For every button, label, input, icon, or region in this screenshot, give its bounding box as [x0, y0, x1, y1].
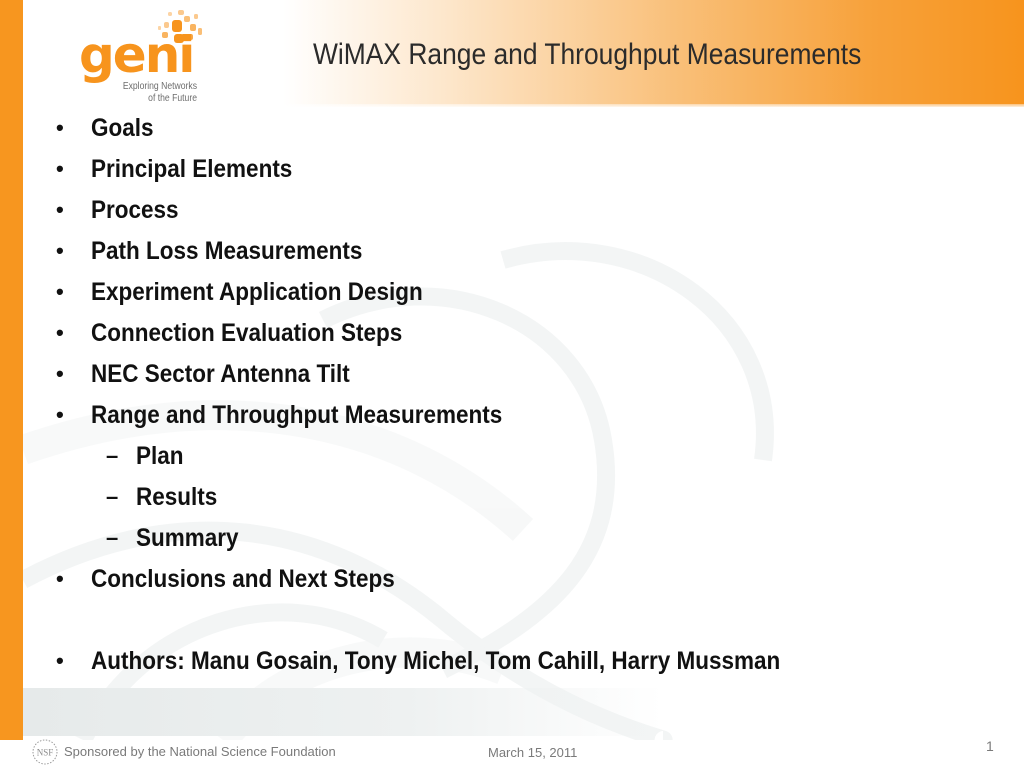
list-item-goals: • Goals [56, 110, 996, 151]
bullet-list: • Goals • Principal Elements • Process •… [56, 110, 996, 684]
nsf-logo-icon: NSF [32, 739, 58, 765]
list-item-process: • Process [56, 192, 996, 233]
list-item-text: Process [91, 196, 179, 224]
geni-logo: geni Exploring Networks of the Future [23, 0, 263, 110]
bullet-icon: • [56, 156, 64, 181]
bullet-icon: • [56, 320, 64, 345]
bullet-icon: • [56, 279, 64, 304]
sub-item-results: – Results [56, 479, 996, 520]
bullet-icon: • [56, 361, 64, 386]
dash-icon: – [106, 525, 119, 550]
geni-tagline: Exploring Networks of the Future [107, 80, 197, 104]
list-item-conclusions: • Conclusions and Next Steps [56, 561, 996, 602]
bullet-icon: • [56, 238, 64, 263]
page-number: 1 [986, 738, 994, 754]
bullet-icon: • [56, 402, 64, 427]
geni-wordmark: geni [79, 26, 195, 84]
tagline-line-2: of the Future [148, 92, 197, 104]
list-item-principal-elements: • Principal Elements [56, 151, 996, 192]
list-item-authors: • Authors: Manu Gosain, Tony Michel, Tom… [56, 643, 996, 684]
footer-band [23, 688, 663, 736]
sub-item-text: Results [136, 483, 218, 511]
sub-item-text: Summary [136, 524, 239, 552]
list-item-text: Goals [91, 114, 154, 142]
list-item-text: Path Loss Measurements [91, 237, 363, 265]
left-accent-bar [0, 0, 23, 740]
footer-date: March 15, 2011 [488, 745, 578, 760]
list-item-experiment-design: • Experiment Application Design [56, 274, 996, 315]
bullet-icon: • [56, 566, 64, 591]
bullet-icon: • [56, 115, 64, 140]
list-item-range-throughput: • Range and Throughput Measurements [56, 397, 996, 438]
list-item-text: Range and Throughput Measurements [91, 401, 503, 429]
footer-sponsor-text: Sponsored by the National Science Founda… [64, 744, 336, 759]
sub-item-summary: – Summary [56, 520, 996, 561]
list-item-path-loss: • Path Loss Measurements [56, 233, 996, 274]
list-item-antenna-tilt: • NEC Sector Antenna Tilt [56, 356, 996, 397]
list-item-text: Connection Evaluation Steps [91, 319, 403, 347]
sub-item-text: Plan [136, 442, 184, 470]
list-item-connection-steps: • Connection Evaluation Steps [56, 315, 996, 356]
list-item-text: Principal Elements [91, 155, 293, 183]
nsf-logo-text: NSF [37, 748, 54, 758]
bullet-icon: • [56, 648, 64, 673]
list-item-text: Experiment Application Design [91, 278, 423, 306]
dash-icon: – [106, 443, 119, 468]
list-item-text: Conclusions and Next Steps [91, 565, 395, 593]
list-item-text: Authors: Manu Gosain, Tony Michel, Tom C… [91, 647, 781, 675]
sub-item-plan: – Plan [56, 438, 996, 479]
dash-icon: – [106, 484, 119, 509]
list-item-text: NEC Sector Antenna Tilt [91, 360, 350, 388]
tagline-line-1: Exploring Networks [122, 80, 197, 92]
bullet-icon: • [56, 197, 64, 222]
slide-title: WiMAX Range and Throughput Measurements [313, 38, 862, 71]
